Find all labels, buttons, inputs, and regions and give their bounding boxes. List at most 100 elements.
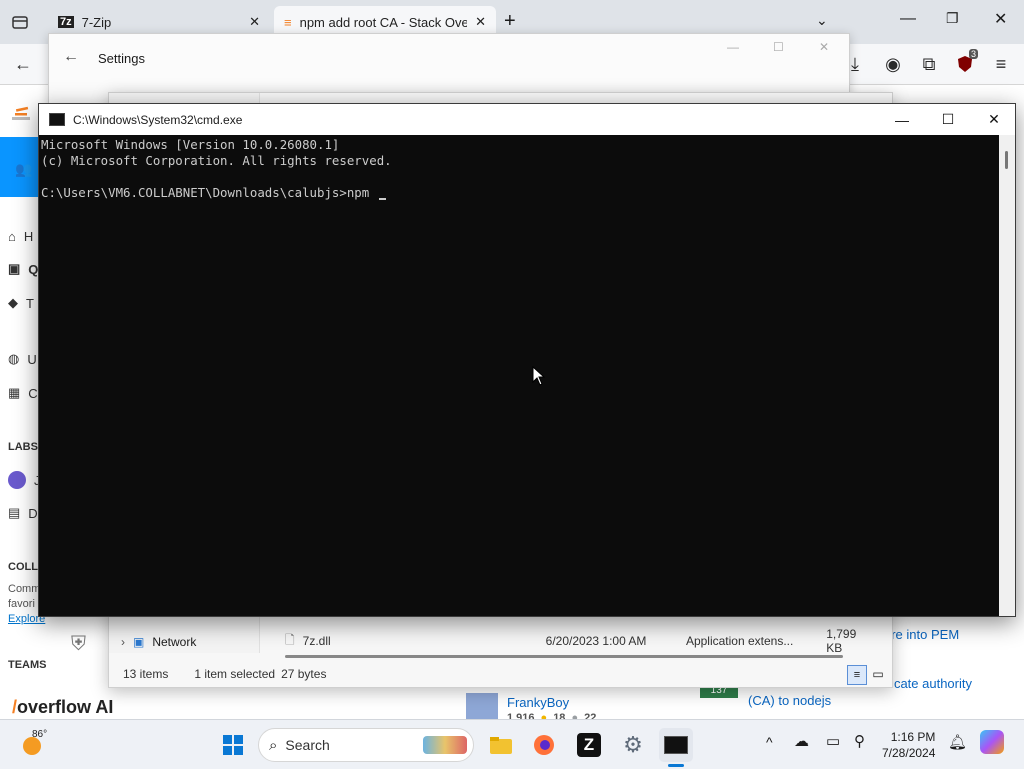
nav-item-users[interactable]: ◍ U <box>8 351 37 367</box>
users-icon: 👥 <box>15 161 33 177</box>
stackoverflow-logo-icon[interactable] <box>8 99 34 125</box>
notification-bell-icon[interactable]: 🔔︎ <box>948 733 967 751</box>
table-row[interactable]: 🗋 7z.dll 6/20/2023 1:00 AM Application e… <box>285 627 875 655</box>
minimize-icon[interactable]: — <box>900 10 916 28</box>
close-icon[interactable]: ✕ <box>249 14 260 30</box>
companies-icon: ▦ <box>8 385 21 400</box>
clock-time: 1:16 PM <box>890 730 936 744</box>
cmd-taskbar-icon[interactable] <box>659 728 693 762</box>
nav-label: T <box>26 295 34 311</box>
cmd-titlebar[interactable]: C:\Windows\System32\cmd.exe — ☐ ✕ <box>39 104 1015 135</box>
close-icon[interactable]: ✕ <box>971 104 1017 135</box>
start-button[interactable] <box>216 728 250 762</box>
console-line: C:\Users\VM6.COLLABNET\Downloads\calubjs… <box>41 185 377 200</box>
labs-header: LABS <box>8 441 38 453</box>
users-icon: ◍ <box>8 351 20 366</box>
user-name-link[interactable]: FrankyBoy <box>507 695 569 710</box>
cmd-app-icon <box>49 113 65 126</box>
status-selected: 1 item selected <box>194 667 276 681</box>
zoom-z-taskbar-icon[interactable]: Z <box>572 728 606 762</box>
console-prompt-line: C:\Users\VM6.COLLABNET\Downloads\calubjs… <box>41 185 999 201</box>
nav-label: H <box>23 229 34 244</box>
chevron-down-icon[interactable]: ⌄ <box>816 12 828 29</box>
stackoverflow-favicon-icon: ≡ <box>284 14 292 30</box>
status-bytes: 27 bytes <box>281 667 327 681</box>
taskbar-search-box[interactable]: ⌕ Search <box>258 728 474 762</box>
display-icon[interactable]: ▭ <box>826 732 840 750</box>
nav-label: C <box>28 385 38 401</box>
extensions-icon[interactable]: ⧉ <box>914 49 944 79</box>
home-icon: ⌂ <box>8 229 16 244</box>
search-highlight-image <box>423 736 467 754</box>
back-arrow-icon[interactable]: ← <box>63 48 79 66</box>
close-icon[interactable]: ✕ <box>819 40 829 54</box>
related-snippet[interactable]: are into PEM <box>884 627 959 642</box>
file-date: 6/20/2023 1:00 AM <box>545 634 647 648</box>
firefox-taskbar-icon[interactable] <box>527 728 561 762</box>
tab-title: 7-Zip <box>81 14 112 30</box>
chevron-up-icon[interactable]: ^ <box>766 734 773 750</box>
details-view-icon[interactable]: ≡ <box>847 665 867 685</box>
tiles-view-icon[interactable]: ▭ <box>869 665 887 683</box>
minimize-icon[interactable]: — <box>879 104 925 135</box>
labs-icon <box>8 471 26 489</box>
back-arrow-icon[interactable]: ← <box>8 49 38 79</box>
weather-temp: 86° <box>32 729 48 740</box>
menu-icon[interactable]: ≡ <box>986 49 1016 79</box>
scrollbar-thumb[interactable] <box>1005 151 1008 169</box>
console-line: Microsoft Windows [Version 10.0.26080.1] <box>41 137 340 152</box>
questions-icon: ▣ <box>8 261 21 276</box>
nav-item-companies[interactable]: ▦ C <box>8 385 38 401</box>
tab-actions-icon[interactable] <box>10 12 30 32</box>
cursor-caret <box>378 198 386 200</box>
search-icon: ⌕ <box>269 736 278 754</box>
labs-item-jobs[interactable]: J <box>8 471 41 489</box>
nav-label: Q <box>28 261 39 277</box>
file-name: 7z.dll <box>302 634 331 648</box>
weather-icon[interactable]: 86° <box>20 729 48 758</box>
maximize-icon[interactable]: ☐ <box>773 40 784 54</box>
cmd-window[interactable]: C:\Windows\System32\cmd.exe — ☐ ✕ Micros… <box>38 103 1016 617</box>
file-type: Application extens... <box>685 634 794 648</box>
sidebar-item-network[interactable]: › ▣ Network <box>121 635 196 649</box>
file-size: 1,799 KB <box>826 627 857 655</box>
labs-item-discussions[interactable]: ▤ D <box>8 505 38 521</box>
chevron-right-icon: › <box>121 635 125 649</box>
close-window-icon[interactable]: ✕ <box>994 9 1007 29</box>
collectives-text: favori <box>8 598 35 610</box>
clock[interactable]: 1:16 PM 7/28/2024 <box>882 729 935 761</box>
restore-icon[interactable]: ❐ <box>946 10 959 27</box>
file-icon: 🗋 <box>285 632 295 647</box>
settings-title: Settings <box>98 51 145 66</box>
taskbar: 86° ⌕ Search Z ⚙ ^ ☁ ▭ ⚲ 1:16 PM 7/28/20… <box>0 719 1024 769</box>
user-avatar[interactable] <box>466 693 498 721</box>
nav-item-questions[interactable]: ▣ Q <box>8 261 38 277</box>
cloud-offline-icon[interactable]: ☁ <box>794 732 809 750</box>
account-icon[interactable]: ◉ <box>878 49 908 79</box>
clock-date: 7/28/2024 <box>882 746 936 760</box>
active-app-indicator <box>668 764 684 767</box>
cmd-console[interactable]: Microsoft Windows [Version 10.0.26080.1]… <box>39 135 999 616</box>
settings-gear-taskbar-icon[interactable]: ⚙ <box>616 728 650 762</box>
minimize-icon[interactable]: — <box>727 40 739 54</box>
tab-title: npm add root CA - Stack Overf <box>299 14 468 30</box>
nav-item-tags[interactable]: ◆ T <box>8 295 34 311</box>
close-icon[interactable]: ✕ <box>475 14 486 30</box>
vertical-scrollbar[interactable] <box>999 135 1015 616</box>
nav-item-home[interactable]: ⌂ H <box>8 229 33 244</box>
new-tab-plus-icon[interactable]: + <box>504 10 516 33</box>
horizontal-scrollbar[interactable] <box>285 655 843 658</box>
overflow-ai-logo[interactable]: /overflow AI <box>12 697 114 718</box>
ublock-extension-icon[interactable]: 3 <box>950 49 980 79</box>
file-explorer-taskbar-icon[interactable] <box>484 728 518 762</box>
teams-header: TEAMS <box>8 659 47 671</box>
status-items: 13 items <box>123 667 169 681</box>
network-status-icon[interactable]: ⚲ <box>854 732 865 750</box>
extension-badge: 3 <box>968 49 978 59</box>
copilot-icon[interactable] <box>980 730 1004 754</box>
collectives-text: Comm <box>8 583 41 595</box>
discussions-icon: ▤ <box>8 505 21 520</box>
maximize-icon[interactable]: ☐ <box>925 104 971 135</box>
7zip-favicon-icon: 7z <box>58 16 74 28</box>
